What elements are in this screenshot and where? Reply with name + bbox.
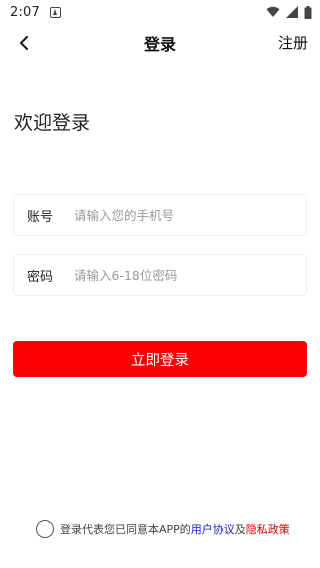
agreement-conjunction: 及 — [234, 523, 246, 536]
password-input[interactable] — [74, 255, 306, 295]
status-icons — [266, 5, 312, 19]
register-button[interactable]: 注册 — [278, 32, 308, 53]
account-label: 账号 — [27, 209, 54, 225]
login-button[interactable]: 立即登录 — [13, 341, 307, 377]
password-label: 密码 — [27, 269, 54, 285]
wifi-icon — [266, 6, 280, 17]
status-bar: 2:07 — [0, 0, 320, 24]
notification-icon — [50, 6, 61, 18]
privacy-policy-link[interactable]: 隐私政策 — [246, 521, 290, 537]
account-input[interactable] — [74, 195, 306, 235]
password-field: 密码 — [13, 254, 307, 296]
agreement-row: 登录代表您已同意本APP的 用户协议及隐私政策 — [36, 518, 316, 540]
user-agreement-link[interactable]: 用户协议 — [191, 521, 235, 537]
status-time: 2:07 — [10, 4, 40, 20]
battery-icon — [304, 5, 312, 19]
account-field: 账号 — [13, 194, 307, 236]
agree-checkbox[interactable] — [36, 520, 54, 538]
signal-icon — [286, 6, 298, 18]
agreement-prefix: 登录代表您已同意本APP的 — [60, 523, 191, 536]
nav-bar: 登录 注册 — [0, 26, 320, 60]
page-title: 登录 — [143, 35, 176, 54]
welcome-heading: 欢迎登录 — [14, 112, 91, 134]
